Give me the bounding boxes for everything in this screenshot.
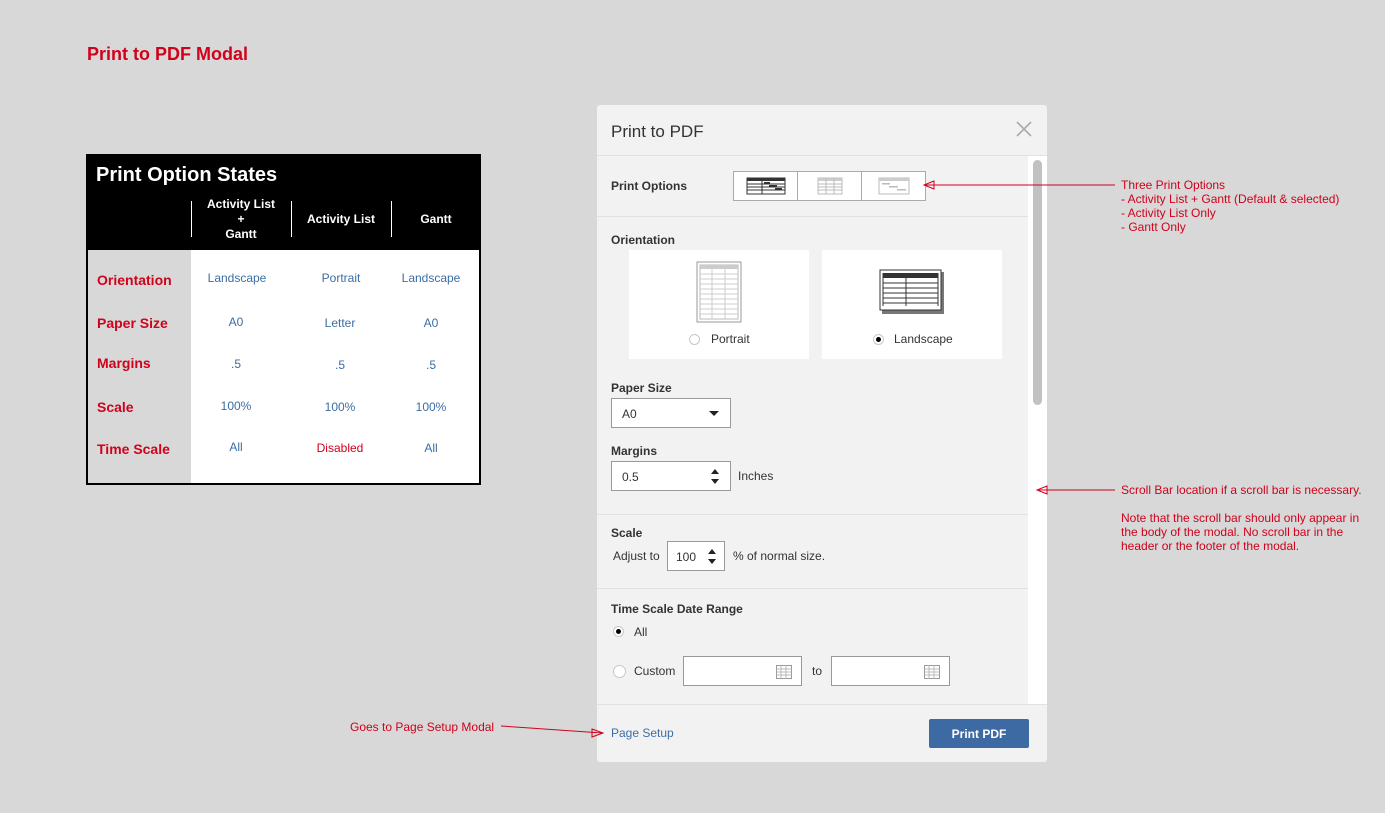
print-options-note: Three Print Options - Activity List + Ga… — [1121, 178, 1339, 234]
page-setup-note: Goes to Page Setup Modal — [350, 720, 495, 734]
note-line: Scroll Bar location if a scroll bar is n… — [1121, 483, 1362, 497]
scrollbar-note: Scroll Bar location if a scroll bar is n… — [1121, 483, 1371, 553]
note-line: Three Print Options — [1121, 178, 1226, 192]
page-setup-arrow — [500, 725, 603, 734]
note-line: Note that the scroll bar should only app… — [1121, 511, 1360, 553]
note-line: - Gantt Only — [1121, 220, 1186, 234]
annotation-arrows — [500, 180, 1115, 738]
note-line: - Activity List + Gantt (Default & selec… — [1121, 192, 1340, 206]
note-line: - Activity List Only — [1121, 206, 1216, 220]
